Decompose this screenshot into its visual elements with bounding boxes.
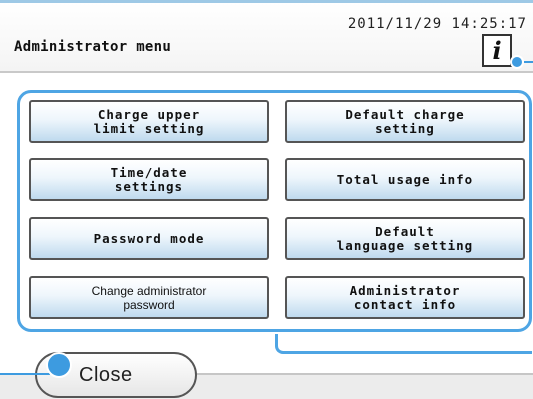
info-button[interactable]: i — [482, 34, 512, 67]
default-charge-setting-button[interactable]: Default charge setting — [285, 100, 525, 143]
admin-panel: 2011/11/29 14:25:17 Administrator menu i… — [0, 0, 533, 399]
charge-upper-limit-setting-button[interactable]: Charge upper limit setting — [29, 100, 269, 143]
screen: 2011/11/29 14:25:17 Administrator menu i… — [0, 0, 533, 399]
info-callout-marker — [510, 55, 524, 69]
page-title: Administrator menu — [14, 39, 172, 55]
info-icon: i — [492, 36, 502, 65]
close-callout-marker — [46, 352, 72, 378]
close-callout-line — [0, 373, 50, 375]
info-callout-line — [524, 61, 533, 63]
time-date-settings-button[interactable]: Time/date settings — [29, 158, 269, 201]
total-usage-info-button[interactable]: Total usage info — [285, 158, 525, 201]
header-bar: 2011/11/29 14:25:17 Administrator menu i — [0, 3, 533, 73]
callout-bracket — [275, 334, 532, 354]
change-administrator-password-button[interactable]: Change administrator password — [29, 276, 269, 319]
datetime-display: 2011/11/29 14:25:17 — [347, 16, 527, 32]
administrator-contact-info-button[interactable]: Administrator contact info — [285, 276, 525, 319]
default-language-setting-button[interactable]: Default language setting — [285, 217, 525, 260]
password-mode-button[interactable]: Password mode — [29, 217, 269, 260]
